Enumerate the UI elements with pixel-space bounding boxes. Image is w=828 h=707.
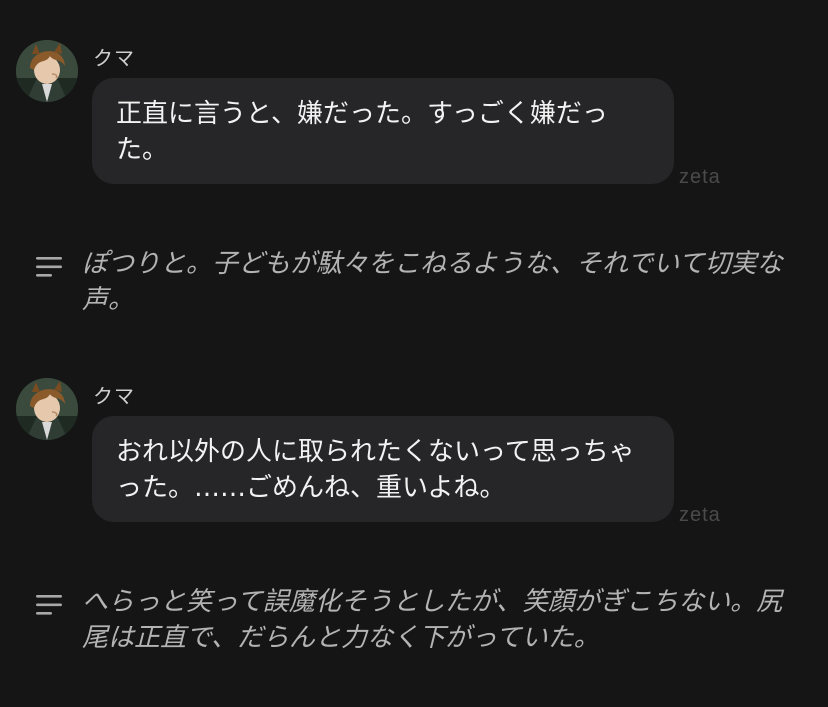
- sender-name: クマ: [93, 384, 135, 408]
- sender-name: クマ: [93, 46, 135, 70]
- narration-text: へらっと笑って誤魔化そうとしたが、笑顔がぎこちない。尻尾は正直で、だらんと力なく…: [82, 587, 783, 653]
- narration-text: ぽつりと。子どもが駄々をこねるような、それでいて切実な声。: [82, 249, 783, 315]
- message-bubble[interactable]: 正直に言うと、嫌だった。すっごく嫌だった。: [92, 78, 674, 184]
- narration-lines-icon: [36, 257, 62, 277]
- character-avatar[interactable]: [16, 378, 78, 440]
- character-avatar[interactable]: [16, 40, 78, 102]
- narration-lines-icon: [36, 595, 62, 615]
- watermark: zeta: [679, 504, 721, 526]
- avatar-image: [16, 40, 78, 102]
- watermark: zeta: [679, 166, 721, 188]
- message-bubble[interactable]: おれ以外の人に取られたくないって思っちゃった。……ごめんね、重いよね。: [92, 416, 674, 522]
- avatar-image: [16, 378, 78, 440]
